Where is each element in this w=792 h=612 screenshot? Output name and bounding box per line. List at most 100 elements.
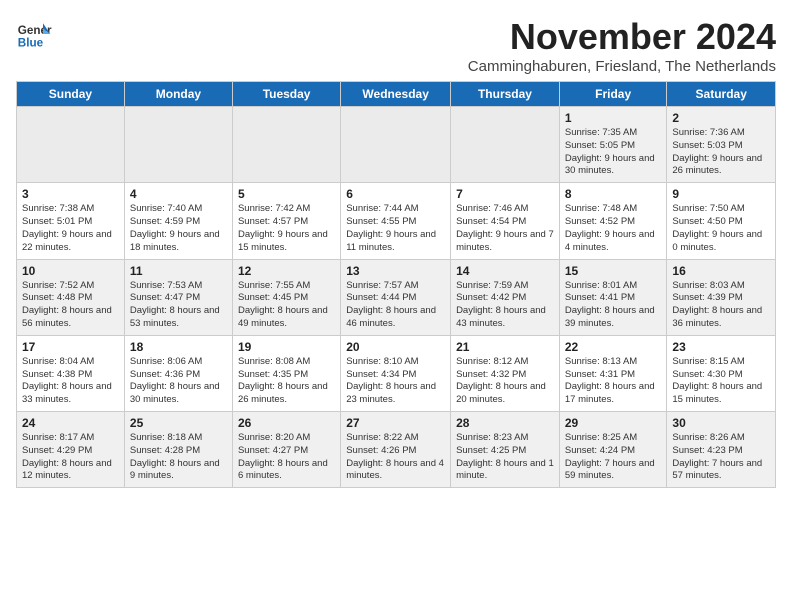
calendar-cell: 14Sunrise: 7:59 AM Sunset: 4:42 PM Dayli… [451, 259, 560, 335]
day-info: Sunrise: 8:08 AM Sunset: 4:35 PM Dayligh… [238, 356, 335, 407]
calendar-cell: 10 Sunrise: 7:52 AM Sunset: 4:48 PM Dayli… [17, 259, 125, 335]
calendar-cell: 8 Sunrise: 7:48 AM Sunset: 4:52 PM Daylig… [559, 183, 667, 259]
day-number: 12 [238, 264, 335, 278]
day-number: 8 [565, 187, 662, 201]
day-info: Sunrise: 7:46 AM Sunset: 4:54 PM Dayligh… [456, 203, 554, 254]
day-number: 13 [346, 264, 445, 278]
day-number: 2 [672, 111, 770, 125]
calendar-week-3: 10 Sunrise: 7:52 AM Sunset: 4:48 PM Dayli… [17, 259, 776, 335]
calendar-cell: 24 Sunrise: 8:17 AM Sunset: 4:29 PM Dayli… [17, 412, 125, 488]
calendar-cell: 15 Sunrise: 8:01 AM Sunset: 4:41 PM Dayli… [559, 259, 667, 335]
day-number: 22 [565, 340, 662, 354]
calendar-cell: 7 Sunrise: 7:46 AM Sunset: 4:54 PM Daylig… [451, 183, 560, 259]
month-title: November 2024 [468, 16, 776, 58]
day-info: Sunrise: 8:23 AM Sunset: 4:25 PM Dayligh… [456, 432, 554, 483]
day-info: Sunrise: 8:25 AM Sunset: 4:24 PM Dayligh… [565, 432, 662, 483]
day-info: Sunrise: 7:36 AM Sunset: 5:03 PM Dayligh… [672, 127, 770, 178]
calendar-cell: 18Sunrise: 8:06 AM Sunset: 4:36 PM Dayli… [124, 335, 232, 411]
calendar-cell: 22 Sunrise: 8:13 AM Sunset: 4:31 PM Dayli… [559, 335, 667, 411]
calendar-cell: 5Sunrise: 7:42 AM Sunset: 4:57 PM Daylig… [232, 183, 340, 259]
calendar-table: SundayMondayTuesdayWednesdayThursdayFrid… [16, 81, 776, 488]
calendar-cell: 25 Sunrise: 8:18 AM Sunset: 4:28 PM Dayli… [124, 412, 232, 488]
calendar-cell [232, 107, 340, 183]
calendar-cell: 1 Sunrise: 7:35 AM Sunset: 5:05 PM Daylig… [559, 107, 667, 183]
page-header: General Blue November 2024 Camminghabure… [16, 16, 776, 75]
calendar-cell: 9 Sunrise: 7:50 AM Sunset: 4:50 PM Daylig… [667, 183, 776, 259]
logo: General Blue [16, 16, 52, 52]
calendar-cell: 20Sunrise: 8:10 AM Sunset: 4:34 PM Dayli… [341, 335, 451, 411]
weekday-header-wednesday: Wednesday [341, 82, 451, 107]
calendar-cell: 29 Sunrise: 8:25 AM Sunset: 4:24 PM Dayli… [559, 412, 667, 488]
day-info: Sunrise: 8:26 AM Sunset: 4:23 PM Dayligh… [672, 432, 770, 483]
day-number: 21 [456, 340, 554, 354]
day-info: Sunrise: 8:22 AM Sunset: 4:26 PM Dayligh… [346, 432, 445, 483]
day-info: Sunrise: 7:55 AM Sunset: 4:45 PM Dayligh… [238, 280, 335, 331]
weekday-header-tuesday: Tuesday [232, 82, 340, 107]
day-number: 11 [130, 264, 227, 278]
calendar-body: 1 Sunrise: 7:35 AM Sunset: 5:05 PM Daylig… [17, 107, 776, 488]
weekday-header-friday: Friday [559, 82, 667, 107]
day-number: 10 [22, 264, 119, 278]
day-number: 28 [456, 416, 554, 430]
day-info: Sunrise: 7:40 AM Sunset: 4:59 PM Dayligh… [130, 203, 227, 254]
day-info: Sunrise: 8:03 AM Sunset: 4:39 PM Dayligh… [672, 280, 770, 331]
day-number: 24 [22, 416, 119, 430]
day-number: 15 [565, 264, 662, 278]
day-info: Sunrise: 7:38 AM Sunset: 5:01 PM Dayligh… [22, 203, 119, 254]
day-number: 25 [130, 416, 227, 430]
day-number: 23 [672, 340, 770, 354]
day-info: Sunrise: 7:57 AM Sunset: 4:44 PM Dayligh… [346, 280, 445, 331]
location-title: Camminghaburen, Friesland, The Netherlan… [468, 58, 776, 75]
day-info: Sunrise: 7:59 AM Sunset: 4:42 PM Dayligh… [456, 280, 554, 331]
calendar-cell: 12 Sunrise: 7:55 AM Sunset: 4:45 PM Dayli… [232, 259, 340, 335]
calendar-cell: 30 Sunrise: 8:26 AM Sunset: 4:23 PM Dayli… [667, 412, 776, 488]
weekday-header-monday: Monday [124, 82, 232, 107]
day-info: Sunrise: 7:50 AM Sunset: 4:50 PM Dayligh… [672, 203, 770, 254]
calendar-cell [341, 107, 451, 183]
day-number: 4 [130, 187, 227, 201]
logo-icon: General Blue [16, 16, 52, 52]
weekday-header-sunday: Sunday [17, 82, 125, 107]
calendar-cell: 27 Sunrise: 8:22 AM Sunset: 4:26 PM Dayli… [341, 412, 451, 488]
day-info: Sunrise: 7:53 AM Sunset: 4:47 PM Dayligh… [130, 280, 227, 331]
calendar-week-4: 17Sunrise: 8:04 AM Sunset: 4:38 PM Dayli… [17, 335, 776, 411]
day-info: Sunrise: 7:44 AM Sunset: 4:55 PM Dayligh… [346, 203, 445, 254]
day-info: Sunrise: 7:35 AM Sunset: 5:05 PM Dayligh… [565, 127, 662, 178]
day-number: 1 [565, 111, 662, 125]
day-info: Sunrise: 8:17 AM Sunset: 4:29 PM Dayligh… [22, 432, 119, 483]
day-number: 30 [672, 416, 770, 430]
weekday-header-saturday: Saturday [667, 82, 776, 107]
calendar-week-5: 24 Sunrise: 8:17 AM Sunset: 4:29 PM Dayli… [17, 412, 776, 488]
day-number: 3 [22, 187, 119, 201]
calendar-week-1: 1 Sunrise: 7:35 AM Sunset: 5:05 PM Daylig… [17, 107, 776, 183]
calendar-cell: 4 Sunrise: 7:40 AM Sunset: 4:59 PM Daylig… [124, 183, 232, 259]
day-info: Sunrise: 8:01 AM Sunset: 4:41 PM Dayligh… [565, 280, 662, 331]
calendar-cell [124, 107, 232, 183]
calendar-cell [17, 107, 125, 183]
day-number: 9 [672, 187, 770, 201]
day-info: Sunrise: 8:06 AM Sunset: 4:36 PM Dayligh… [130, 356, 227, 407]
calendar-cell: 23 Sunrise: 8:15 AM Sunset: 4:30 PM Dayli… [667, 335, 776, 411]
day-info: Sunrise: 7:52 AM Sunset: 4:48 PM Dayligh… [22, 280, 119, 331]
day-info: Sunrise: 8:15 AM Sunset: 4:30 PM Dayligh… [672, 356, 770, 407]
svg-text:Blue: Blue [18, 37, 44, 50]
calendar-cell: 11 Sunrise: 7:53 AM Sunset: 4:47 PM Dayli… [124, 259, 232, 335]
day-info: Sunrise: 8:18 AM Sunset: 4:28 PM Dayligh… [130, 432, 227, 483]
day-number: 19 [238, 340, 335, 354]
day-number: 27 [346, 416, 445, 430]
calendar-cell: 13 Sunrise: 7:57 AM Sunset: 4:44 PM Dayli… [341, 259, 451, 335]
day-number: 17 [22, 340, 119, 354]
day-number: 7 [456, 187, 554, 201]
calendar-cell: 26Sunrise: 8:20 AM Sunset: 4:27 PM Dayli… [232, 412, 340, 488]
day-info: Sunrise: 7:48 AM Sunset: 4:52 PM Dayligh… [565, 203, 662, 254]
calendar-cell: 16Sunrise: 8:03 AM Sunset: 4:39 PM Dayli… [667, 259, 776, 335]
day-info: Sunrise: 8:10 AM Sunset: 4:34 PM Dayligh… [346, 356, 445, 407]
weekday-header-row: SundayMondayTuesdayWednesdayThursdayFrid… [17, 82, 776, 107]
day-number: 29 [565, 416, 662, 430]
day-info: Sunrise: 8:13 AM Sunset: 4:31 PM Dayligh… [565, 356, 662, 407]
weekday-header-thursday: Thursday [451, 82, 560, 107]
calendar-cell [451, 107, 560, 183]
calendar-cell: 2 Sunrise: 7:36 AM Sunset: 5:03 PM Daylig… [667, 107, 776, 183]
calendar-week-2: 3 Sunrise: 7:38 AM Sunset: 5:01 PM Daylig… [17, 183, 776, 259]
day-number: 6 [346, 187, 445, 201]
